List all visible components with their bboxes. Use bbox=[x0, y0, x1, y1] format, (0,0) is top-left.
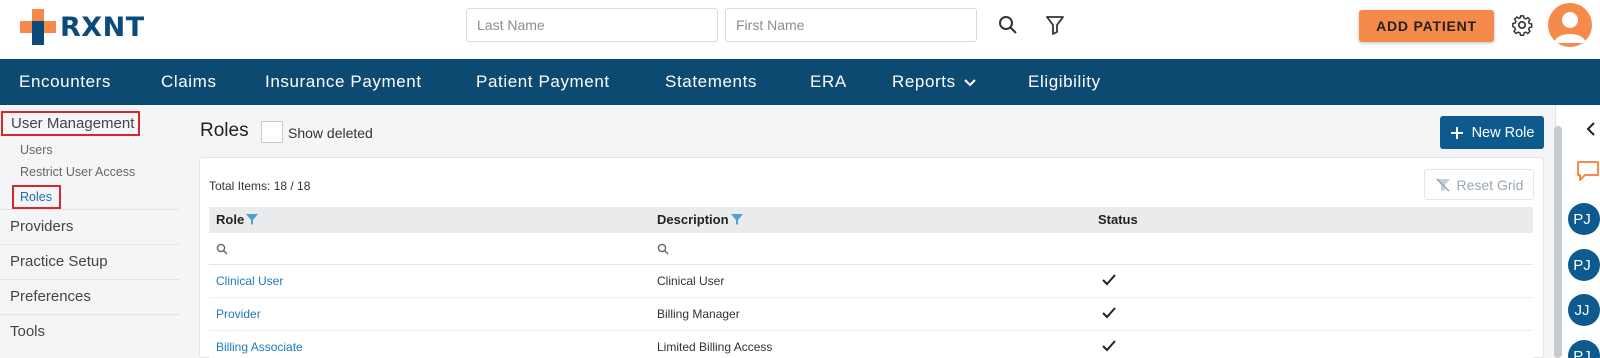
table-row: Billing Associate Limited Billing Access bbox=[209, 331, 1533, 358]
check-icon bbox=[1102, 273, 1116, 291]
user-bubble[interactable]: PJ bbox=[1568, 249, 1600, 281]
sidebar-item-preferences[interactable]: Preferences bbox=[0, 279, 180, 314]
table-row: Clinical User Clinical User bbox=[209, 265, 1533, 298]
reset-grid-label: Reset Grid bbox=[1456, 176, 1524, 193]
gear-icon[interactable] bbox=[1509, 12, 1535, 38]
sidebar-item-tools[interactable]: Tools bbox=[0, 314, 180, 349]
nav-patient-payment[interactable]: Patient Payment bbox=[476, 72, 610, 92]
show-deleted-checkbox[interactable] bbox=[261, 121, 283, 143]
top-header: RXNT ADD PATIENT bbox=[0, 0, 1600, 59]
new-role-label: New Role bbox=[1471, 124, 1535, 141]
sidebar-item-providers[interactable]: Providers bbox=[0, 209, 180, 244]
role-link[interactable]: Provider bbox=[216, 307, 261, 321]
nav-claims[interactable]: Claims bbox=[161, 72, 217, 92]
column-header-role[interactable]: Role bbox=[216, 212, 259, 227]
nav-reports-label: Reports bbox=[892, 72, 956, 91]
logo-cross-icon bbox=[20, 9, 56, 45]
column-header-description[interactable]: Description bbox=[657, 212, 743, 227]
reset-filter-icon bbox=[1435, 177, 1450, 192]
nav-era[interactable]: ERA bbox=[810, 72, 847, 92]
column-filter-icon[interactable] bbox=[246, 214, 259, 225]
add-patient-button[interactable]: ADD PATIENT bbox=[1359, 10, 1494, 42]
role-link[interactable]: Billing Associate bbox=[216, 340, 303, 354]
sidebar-item-practice-setup[interactable]: Practice Setup bbox=[0, 244, 180, 279]
check-icon bbox=[1102, 306, 1116, 324]
first-name-input[interactable] bbox=[725, 8, 977, 42]
grid-header: Role Description Status bbox=[209, 207, 1533, 233]
filter-icon[interactable] bbox=[1042, 12, 1068, 38]
chevron-left-icon[interactable] bbox=[1586, 122, 1596, 141]
rxnt-logo[interactable]: RXNT bbox=[20, 8, 152, 46]
column-header-status[interactable]: Status bbox=[1098, 212, 1138, 227]
sidebar: User Management Users Restrict User Acce… bbox=[0, 105, 183, 358]
new-role-button[interactable]: New Role bbox=[1440, 116, 1544, 149]
logo-text: RXNT bbox=[60, 11, 145, 43]
main-nav: Encounters Claims Insurance Payment Pati… bbox=[0, 59, 1600, 105]
table-row: Provider Billing Manager bbox=[209, 298, 1533, 331]
column-filter-icon[interactable] bbox=[730, 214, 743, 225]
role-description: Clinical User bbox=[657, 274, 725, 288]
sidebar-item-roles[interactable]: Roles bbox=[12, 185, 61, 209]
sidebar-section-user-management[interactable]: User Management bbox=[1, 111, 140, 136]
role-description: Limited Billing Access bbox=[657, 340, 773, 354]
reset-grid-button[interactable]: Reset Grid bbox=[1424, 169, 1534, 200]
nav-eligibility[interactable]: Eligibility bbox=[1028, 72, 1101, 92]
search-icon[interactable] bbox=[995, 12, 1021, 38]
scrollbar[interactable] bbox=[1554, 126, 1562, 358]
sidebar-item-restrict-user-access[interactable]: Restrict User Access bbox=[20, 165, 135, 179]
plus-icon bbox=[1450, 126, 1463, 139]
grid-filter-row bbox=[209, 233, 1533, 265]
user-bubble[interactable]: PJ bbox=[1568, 203, 1600, 235]
role-filter-search-icon[interactable] bbox=[216, 242, 228, 260]
nav-insurance-payment[interactable]: Insurance Payment bbox=[265, 72, 422, 92]
column-header-role-label: Role bbox=[216, 212, 245, 227]
show-deleted-label: Show deleted bbox=[288, 125, 373, 141]
description-filter-search-icon[interactable] bbox=[657, 242, 669, 260]
sidebar-item-users[interactable]: Users bbox=[20, 143, 53, 157]
nav-statements[interactable]: Statements bbox=[665, 72, 757, 92]
role-description: Billing Manager bbox=[657, 307, 740, 321]
chat-icon[interactable] bbox=[1576, 160, 1600, 187]
column-header-description-label: Description bbox=[657, 212, 729, 227]
total-items: Total Items: 18 / 18 bbox=[209, 179, 311, 193]
chevron-down-icon bbox=[964, 72, 976, 92]
role-link[interactable]: Clinical User bbox=[216, 274, 283, 288]
nav-reports[interactable]: Reports bbox=[892, 72, 976, 92]
check-icon bbox=[1102, 339, 1116, 357]
user-bubble[interactable]: JJ bbox=[1568, 294, 1600, 326]
page-title: Roles bbox=[200, 120, 249, 141]
user-avatar[interactable] bbox=[1548, 3, 1592, 47]
nav-encounters[interactable]: Encounters bbox=[19, 72, 111, 92]
last-name-input[interactable] bbox=[466, 8, 718, 42]
